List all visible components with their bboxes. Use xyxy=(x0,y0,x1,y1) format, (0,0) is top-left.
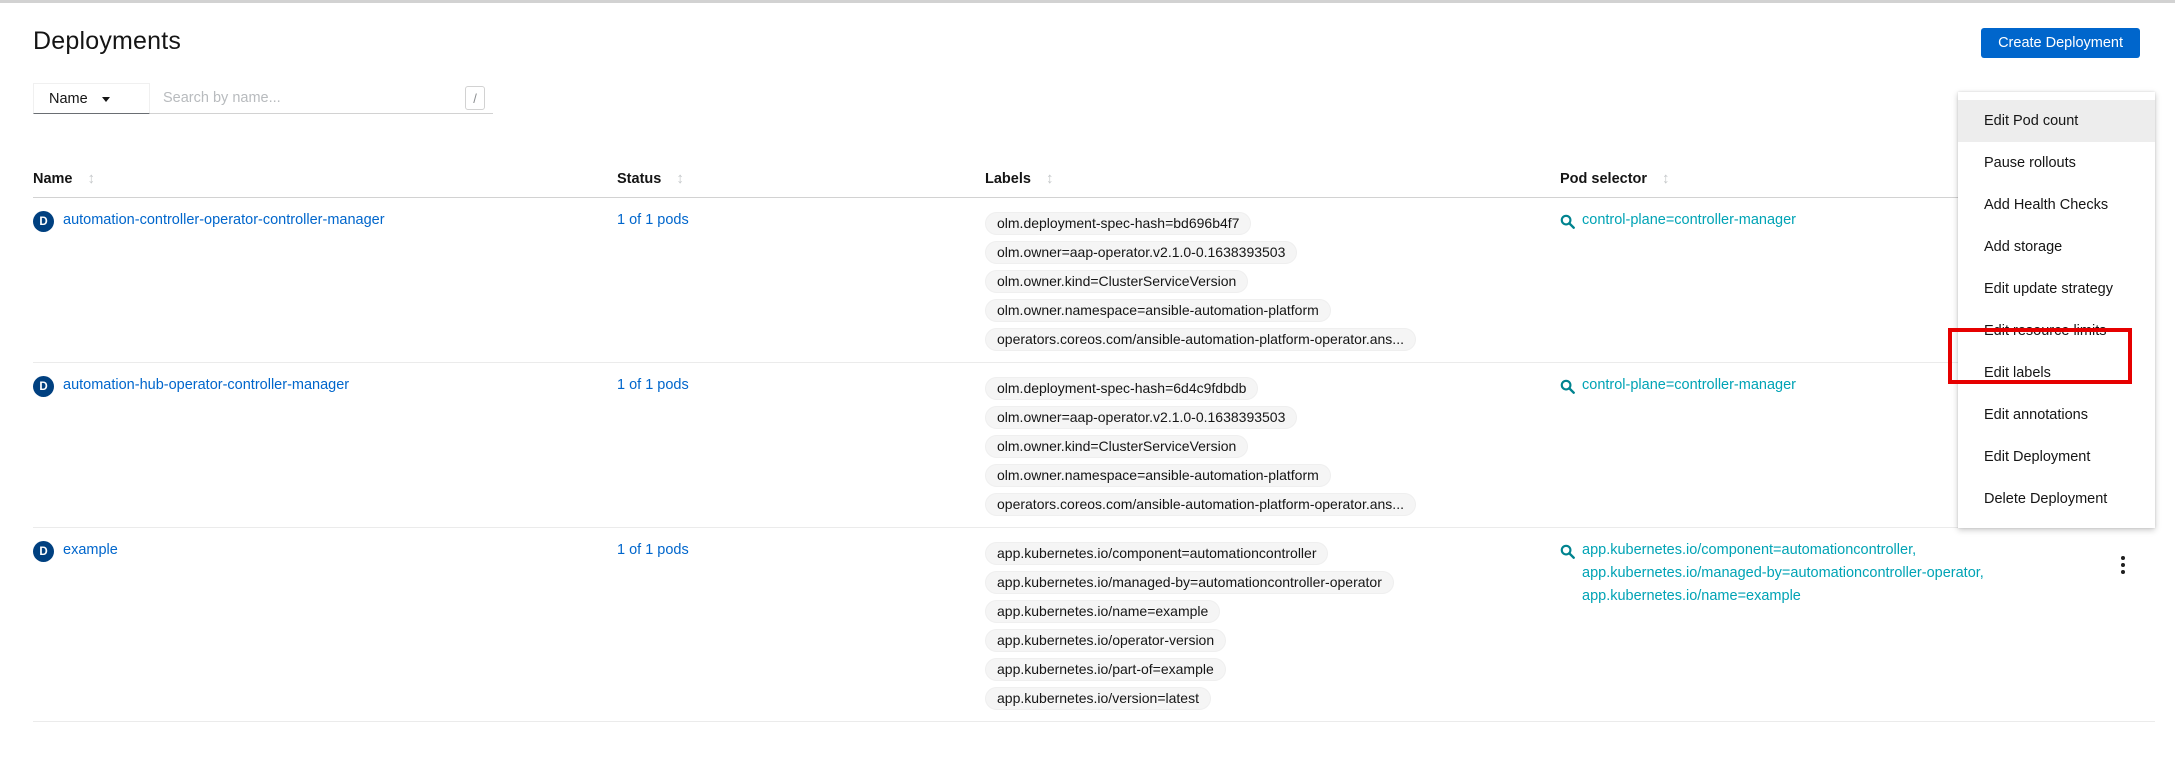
deployment-name-link[interactable]: example xyxy=(63,542,118,558)
label-pill: olm.owner=aap-operator.v2.1.0-0.16383935… xyxy=(985,241,1297,264)
label-pill: app.kubernetes.io/part-of=example xyxy=(985,658,1226,681)
filter-toolbar: Name / xyxy=(33,83,493,114)
deployment-name-link[interactable]: automation-controller-operator-controlle… xyxy=(63,212,385,228)
menu-item-edit-update-strategy[interactable]: Edit update strategy xyxy=(1958,268,2155,310)
row-actions xyxy=(2100,528,2155,721)
filter-type-dropdown[interactable]: Name xyxy=(33,83,150,114)
filter-type-dropdown-label: Name xyxy=(49,91,88,107)
deployments-table: Name ↕ Status ↕ Labels ↕ Pod selector ↕ … xyxy=(33,170,2155,722)
label-pill: olm.owner.kind=ClusterServiceVersion xyxy=(985,270,1248,293)
column-header-labels: Labels ↕ xyxy=(985,170,1560,187)
create-deployment-button[interactable]: Create Deployment xyxy=(1981,28,2140,58)
label-pill: app.kubernetes.io/name=example xyxy=(985,600,1220,623)
menu-item-add-storage[interactable]: Add storage xyxy=(1958,226,2155,268)
sort-icon[interactable]: ↕ xyxy=(676,170,684,187)
pod-status-link[interactable]: 1 of 1 pods xyxy=(617,377,689,393)
search-icon xyxy=(1560,544,1575,559)
pod-status-link[interactable]: 1 of 1 pods xyxy=(617,542,689,558)
column-header-name: Name ↕ xyxy=(33,170,617,187)
table-row: D example 1 of 1 pods app.kubernetes.io/… xyxy=(33,528,2155,722)
label-pill: olm.owner=aap-operator.v2.1.0-0.16383935… xyxy=(985,406,1297,429)
pod-selector-links: app.kubernetes.io/component=automationco… xyxy=(1582,542,1984,604)
label-pill: app.kubernetes.io/managed-by=automationc… xyxy=(985,571,1394,594)
caret-down-icon xyxy=(102,97,110,102)
menu-item-delete-deployment[interactable]: Delete Deployment xyxy=(1958,478,2155,520)
pod-selector-link[interactable]: app.kubernetes.io/managed-by=automationc… xyxy=(1582,565,1984,581)
deployment-kind-badge: D xyxy=(33,376,54,397)
label-pill: app.kubernetes.io/component=automationco… xyxy=(985,542,1328,565)
sort-icon[interactable]: ↕ xyxy=(1662,170,1670,187)
deployment-kind-badge: D xyxy=(33,541,54,562)
label-pill: olm.deployment-spec-hash=bd696b4f7 xyxy=(985,212,1251,235)
pod-status-link[interactable]: 1 of 1 pods xyxy=(617,212,689,228)
page-title: Deployments xyxy=(33,27,2142,56)
sort-icon[interactable]: ↕ xyxy=(1046,170,1054,187)
pod-selector-links: control-plane=controller-manager xyxy=(1582,212,1796,228)
pod-selector-link[interactable]: control-plane=controller-manager xyxy=(1582,212,1796,228)
label-pill: operators.coreos.com/ansible-automation-… xyxy=(985,493,1416,516)
label-pill: olm.owner.namespace=ansible-automation-p… xyxy=(985,464,1331,487)
deployment-kind-badge: D xyxy=(33,211,54,232)
search-field: / xyxy=(150,83,493,114)
labels-list: app.kubernetes.io/component=automationco… xyxy=(985,528,1560,721)
slash-shortcut-badge: / xyxy=(465,86,485,110)
pod-selector-links: control-plane=controller-manager xyxy=(1582,377,1796,393)
menu-item-edit-resource-limits[interactable]: Edit resource limits xyxy=(1958,310,2155,352)
search-icon xyxy=(1560,379,1575,394)
labels-list: olm.deployment-spec-hash=bd696b4f7 olm.ow… xyxy=(985,198,1560,362)
search-input[interactable] xyxy=(163,90,465,106)
label-pill: app.kubernetes.io/operator-version xyxy=(985,629,1226,652)
table-row: D automation-controller-operator-control… xyxy=(33,198,2155,363)
label-pill: olm.deployment-spec-hash=6d4c9fdbdb xyxy=(985,377,1258,400)
pod-selector-link[interactable]: control-plane=controller-manager xyxy=(1582,377,1796,393)
menu-item-edit-annotations[interactable]: Edit annotations xyxy=(1958,394,2155,436)
menu-item-edit-deployment[interactable]: Edit Deployment xyxy=(1958,436,2155,478)
deployment-name-link[interactable]: automation-hub-operator-controller-manag… xyxy=(63,377,349,393)
pod-selector-link[interactable]: app.kubernetes.io/name=example xyxy=(1582,588,1984,604)
column-header-status: Status ↕ xyxy=(617,170,985,187)
kebab-menu-button[interactable] xyxy=(2121,556,2125,574)
label-pill: olm.owner.namespace=ansible-automation-p… xyxy=(985,299,1331,322)
table-row: D automation-hub-operator-controller-man… xyxy=(33,363,2155,528)
search-icon xyxy=(1560,214,1575,229)
menu-item-pause-rollouts[interactable]: Pause rollouts xyxy=(1958,142,2155,184)
pod-selector-link[interactable]: app.kubernetes.io/component=automationco… xyxy=(1582,542,1984,558)
table-header-row: Name ↕ Status ↕ Labels ↕ Pod selector ↕ xyxy=(33,170,2155,198)
menu-item-edit-pod-count[interactable]: Edit Pod count xyxy=(1958,100,2155,142)
label-pill: olm.owner.kind=ClusterServiceVersion xyxy=(985,435,1248,458)
menu-item-add-health-checks[interactable]: Add Health Checks xyxy=(1958,184,2155,226)
labels-list: olm.deployment-spec-hash=6d4c9fdbdb olm.o… xyxy=(985,363,1560,527)
table-body: D automation-controller-operator-control… xyxy=(33,198,2155,722)
actions-menu: Edit Pod countPause rolloutsAdd Health C… xyxy=(1958,92,2155,528)
page-header: Deployments Create Deployment xyxy=(0,0,2175,60)
sort-icon[interactable]: ↕ xyxy=(88,170,96,187)
menu-item-edit-labels[interactable]: Edit labels xyxy=(1958,352,2155,394)
label-pill: operators.coreos.com/ansible-automation-… xyxy=(985,328,1416,351)
label-pill: app.kubernetes.io/version=latest xyxy=(985,687,1211,710)
